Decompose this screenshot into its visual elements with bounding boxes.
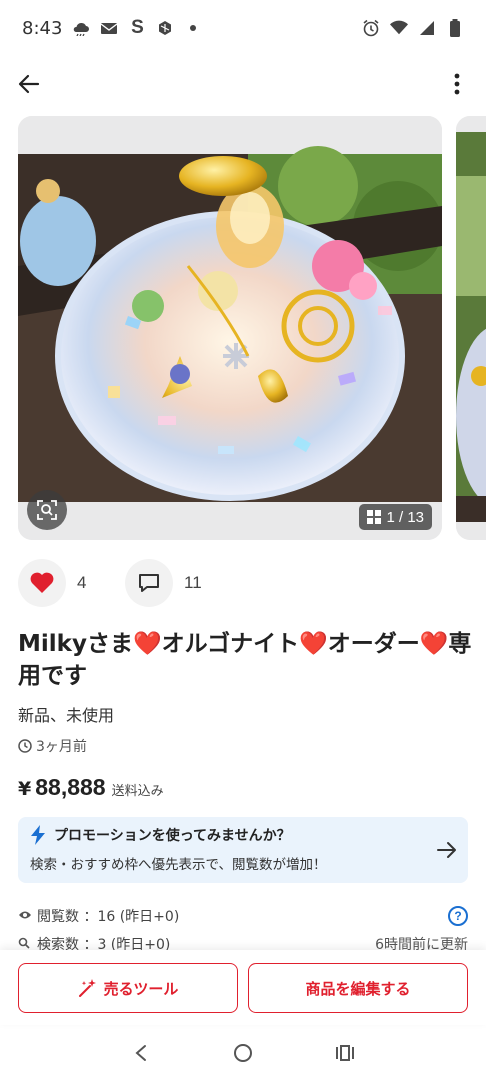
- image-counter-text: 1 / 13: [386, 508, 424, 526]
- status-left-icons: S: [72, 17, 202, 38]
- comment-icon: [139, 574, 159, 592]
- promotion-title: プロモーションを使ってみませんか？: [54, 828, 291, 844]
- nav-back-button[interactable]: [126, 1038, 156, 1068]
- nav-recents-icon: [336, 1044, 354, 1061]
- product-image[interactable]: 1 / 13: [18, 116, 442, 540]
- dot-icon: [184, 19, 202, 37]
- lens-icon: [37, 500, 57, 520]
- views-row: 閲覧数 ：16 (昨日+0) ?: [18, 904, 468, 928]
- clock-icon: [18, 739, 32, 753]
- status-time: 8:43: [22, 17, 63, 39]
- status-bar: 8:43 S: [0, 0, 486, 56]
- sell-tool-label: 売るツール: [103, 979, 179, 998]
- app-icon: [156, 19, 174, 37]
- edit-item-button[interactable]: 商品を編集する: [248, 963, 468, 1013]
- nav-home-icon: [234, 1043, 252, 1062]
- battery-icon: [446, 19, 464, 37]
- actions-row: 4 11: [18, 558, 226, 608]
- price-row: ¥ 88,888 送料込み: [18, 774, 164, 801]
- views-text: 閲覧数 ：16 (昨日+0): [37, 909, 180, 925]
- more-menu-button[interactable]: [440, 67, 474, 101]
- like-button[interactable]: [18, 559, 66, 607]
- arrow-left-icon: [18, 74, 40, 94]
- image-carousel[interactable]: 1 / 13: [18, 116, 486, 540]
- arrow-right-icon: [437, 842, 456, 858]
- promotion-description: 検索・おすすめ枠へ優先表示で、閲覧数が増加！: [30, 857, 327, 873]
- signal-icon: [418, 19, 436, 37]
- system-nav-bar: [0, 1025, 486, 1080]
- product-condition: 新品、未使用: [18, 706, 115, 725]
- grid-icon: [367, 510, 382, 524]
- nav-recents-button[interactable]: [330, 1038, 360, 1068]
- promotion-banner[interactable]: プロモーションを使ってみませんか？ 検索・おすすめ枠へ優先表示で、閲覧数が増加！: [18, 817, 468, 883]
- sparkle-wand-icon: [78, 979, 96, 997]
- image-search-button[interactable]: [27, 490, 67, 530]
- nav-back-icon: [135, 1044, 146, 1061]
- bottom-action-bar: 売るツール 商品を編集する: [0, 950, 486, 1025]
- price-value: 88,888: [35, 774, 106, 800]
- shipping-note: 送料込み: [111, 784, 164, 799]
- comment-count: 11: [184, 573, 202, 592]
- status-right-icons: [362, 19, 464, 37]
- s-app-icon: S: [131, 17, 144, 38]
- next-image-peek[interactable]: [456, 116, 486, 540]
- nav-home-button[interactable]: [228, 1038, 258, 1068]
- app-bar: [0, 58, 486, 110]
- edit-item-label: 商品を編集する: [305, 979, 411, 998]
- mail-icon: [100, 19, 118, 37]
- cloud-icon: [72, 19, 90, 37]
- image-counter: 1 / 13: [359, 504, 432, 530]
- heart-icon: [30, 572, 54, 593]
- eye-icon: [18, 910, 34, 923]
- posted-time: 3ヶ月前: [18, 736, 87, 756]
- lightning-icon: [31, 825, 45, 845]
- sell-tool-button[interactable]: 売るツール: [18, 963, 238, 1013]
- like-count: 4: [77, 573, 87, 592]
- alarm-icon: [362, 19, 380, 37]
- comment-button[interactable]: [125, 559, 173, 607]
- more-vertical-icon: [454, 73, 460, 95]
- posted-time-text: 3ヶ月前: [36, 739, 87, 755]
- back-button[interactable]: [12, 67, 46, 101]
- wifi-icon: [390, 19, 408, 37]
- help-icon[interactable]: ?: [448, 906, 468, 926]
- promotion-title-row: プロモーションを使ってみませんか？: [30, 825, 456, 845]
- product-title: Milkyさま❤️オルゴナイト❤️オーダー❤️専用です: [18, 631, 472, 689]
- price-currency: ¥: [18, 778, 32, 800]
